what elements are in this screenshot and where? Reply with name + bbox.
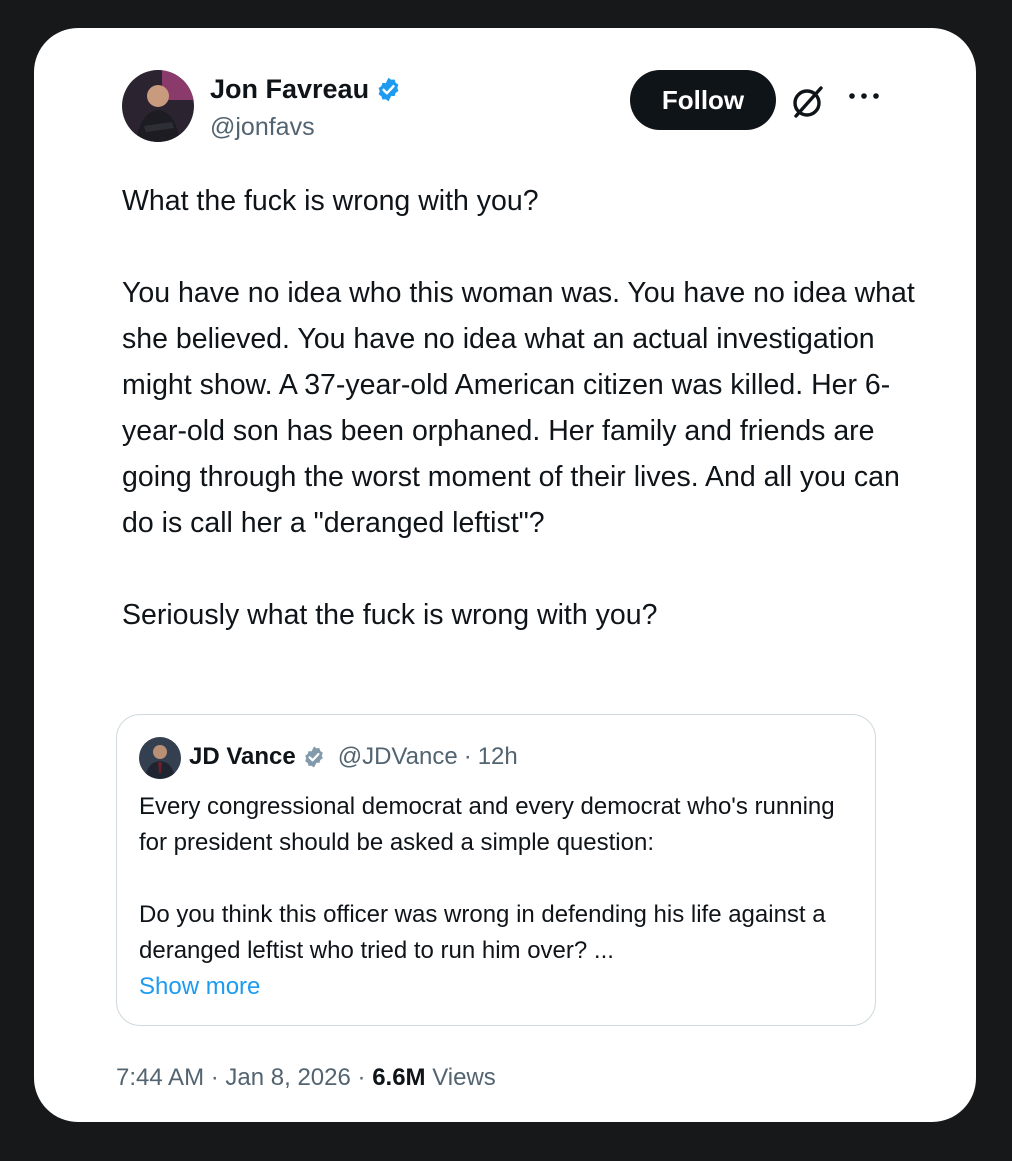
author-handle[interactable]: @jonfavs: [210, 113, 315, 142]
quote-paragraph: Every congressional democrat and every d…: [139, 793, 835, 856]
quote-author-name[interactable]: JD Vance: [189, 743, 296, 771]
quote-text: Every congressional democrat and every d…: [139, 789, 859, 1005]
verified-badge-icon: [304, 746, 323, 768]
more-options-icon[interactable]: [846, 86, 882, 106]
quote-author-handle[interactable]: @JDVance: [338, 743, 458, 771]
separator-dot: ·: [357, 1064, 373, 1091]
tweet-text: What the fuck is wrong with you? You hav…: [122, 178, 922, 638]
tweet-date[interactable]: Jan 8, 2026: [225, 1064, 350, 1091]
quote-header: JD Vance @JDVance · 12h: [189, 743, 518, 771]
author-name-text[interactable]: Jon Favreau: [210, 74, 369, 105]
grok-icon[interactable]: [788, 82, 828, 122]
tweet-paragraph: You have no idea who this woman was. You…: [122, 277, 915, 539]
author-name[interactable]: Jon Favreau: [210, 74, 402, 105]
tweet-time[interactable]: 7:44 AM: [116, 1064, 204, 1091]
tweet-card: Jon Favreau @jonfavs Follow What the fuc…: [34, 28, 976, 1122]
author-avatar[interactable]: [122, 70, 194, 142]
quote-author-avatar[interactable]: [139, 737, 181, 779]
quote-paragraph: Do you think this officer was wrong in d…: [139, 901, 826, 964]
show-more-link[interactable]: Show more: [139, 973, 260, 1000]
tweet-paragraph: Seriously what the fuck is wrong with yo…: [122, 599, 658, 631]
quoted-tweet[interactable]: JD Vance @JDVance · 12h Every congressio…: [116, 714, 876, 1026]
quote-time-ago: 12h: [477, 743, 518, 770]
separator-dot: ·: [463, 743, 472, 770]
tweet-meta: 7:44 AM · Jan 8, 2026 · 6.6M Views: [116, 1064, 496, 1092]
separator-dot: ·: [210, 1064, 226, 1091]
views-label: Views: [432, 1064, 496, 1091]
verified-badge-icon: [378, 77, 399, 102]
tweet-paragraph: What the fuck is wrong with you?: [122, 185, 539, 217]
views-count: 6.6M: [372, 1064, 426, 1091]
follow-button[interactable]: Follow: [630, 70, 776, 130]
